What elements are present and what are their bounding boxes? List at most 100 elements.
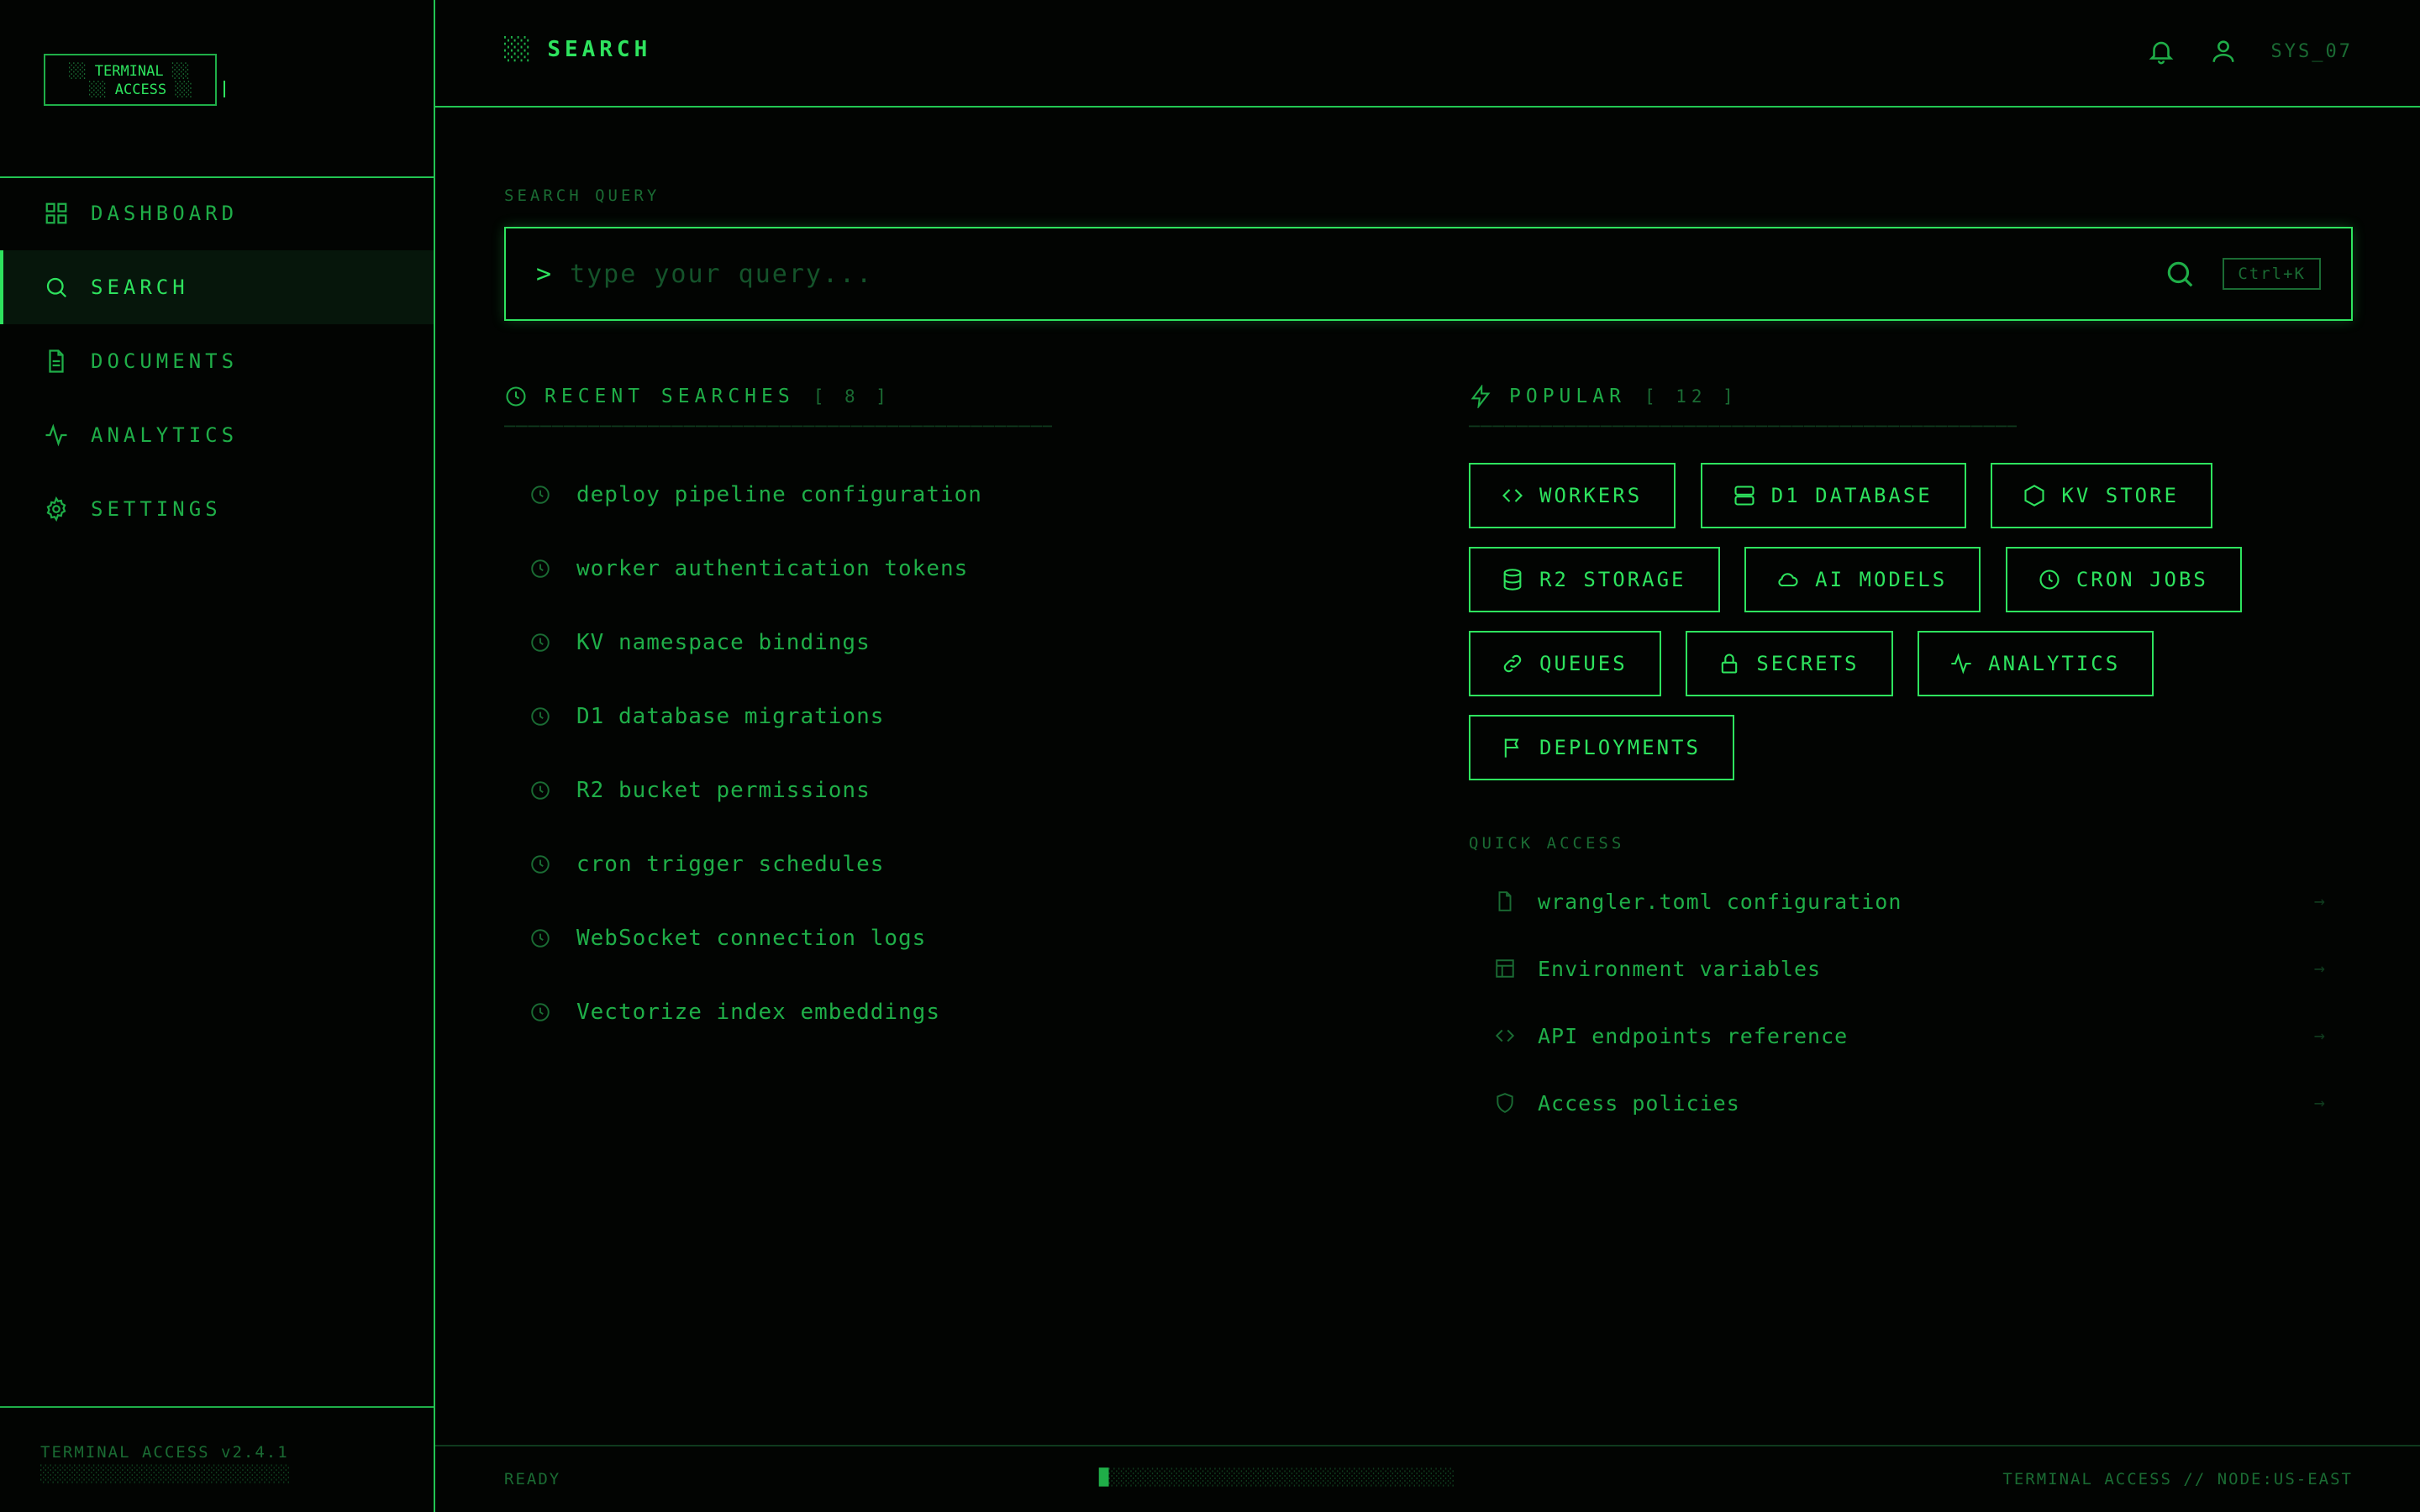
chip-workers[interactable]: WORKERS — [1469, 463, 1676, 528]
sidebar-item-label: DASHBOARD — [91, 202, 239, 225]
popular-section: POPULAR [ 12 ] ─────────────────────────… — [1469, 385, 2351, 1137]
gear-icon — [46, 496, 66, 522]
logo-line-1: TERMINAL — [94, 63, 164, 80]
chip-kv-store[interactable]: KV STORE — [1991, 463, 2212, 528]
search-box[interactable]: > Ctrl+K — [504, 227, 2353, 321]
link-icon — [1503, 654, 1522, 673]
quick-access-label: API endpoints reference — [1538, 1023, 1849, 1048]
sidebar-item-documents[interactable]: DOCUMENTS — [0, 324, 434, 398]
sidebar-footer: TERMINAL ACCESS v2.4.1 ░░░░░░░░░░░░░░░░░… — [0, 1406, 434, 1512]
prompt-symbol: > — [536, 259, 552, 289]
list-item[interactable]: R2 bucket permissions — [504, 753, 1260, 827]
quick-access-item[interactable]: API endpoints reference → — [1469, 1002, 2351, 1069]
logo[interactable]: ░░ TERMINAL ░░ ░░ ACCESS ░░ — [44, 54, 225, 106]
chip-secrets[interactable]: SECRETS — [1686, 631, 1893, 696]
clock-icon — [531, 633, 550, 652]
popular-chips: WORKERS D1 DATABASE KV STORE R2 STORAGE … — [1469, 463, 2292, 799]
main-content: SEARCH QUERY > Ctrl+K RECENT SEARCHES [ … — [435, 108, 2420, 1445]
clock-icon — [531, 486, 550, 504]
flag-icon — [1504, 738, 1519, 758]
code-icon — [1495, 1029, 1515, 1042]
clock-icon — [531, 781, 550, 800]
file-icon — [1498, 891, 1512, 911]
chip-r2-storage[interactable]: R2 STORAGE — [1469, 547, 1720, 612]
clock-icon — [531, 855, 550, 874]
clock-icon — [506, 386, 526, 407]
sidebar-item-settings[interactable]: SETTINGS — [0, 472, 434, 546]
brand-area: ░░ TERMINAL ░░ ░░ ACCESS ░░ — [0, 0, 434, 178]
arrow-right-icon: → — [2313, 1025, 2326, 1047]
recent-item-label: R2 bucket permissions — [576, 778, 871, 803]
node-info: TERMINAL ACCESS // NODE:US-EAST — [2002, 1470, 2353, 1488]
activity-icon — [1951, 653, 1971, 675]
logo-line-2: ACCESS — [114, 81, 167, 98]
page-title: ░░ SEARCH — [504, 37, 651, 62]
document-icon — [49, 349, 64, 373]
chip-label: CRON JOBS — [2075, 568, 2208, 591]
chip-label: KV STORE — [2061, 484, 2179, 507]
chip-label: QUEUES — [1539, 652, 1628, 675]
list-item[interactable]: KV namespace bindings — [504, 606, 1260, 680]
clock-icon — [531, 559, 550, 578]
arrow-right-icon: → — [2313, 958, 2326, 979]
chip-label: SECRETS — [1756, 652, 1860, 675]
database-icon — [1503, 569, 1522, 591]
list-item[interactable]: cron trigger schedules — [504, 827, 1260, 901]
bell-icon[interactable] — [2147, 37, 2175, 66]
lightning-icon — [1470, 385, 1491, 408]
sidebar-item-label: SETTINGS — [91, 497, 222, 521]
recent-searches: RECENT SEARCHES [ 8 ] ──────────────────… — [504, 385, 1260, 1049]
list-item[interactable]: worker authentication tokens — [504, 532, 1260, 606]
quick-access-item[interactable]: wrangler.toml configuration → — [1469, 868, 2351, 935]
quick-access-item[interactable]: Environment variables → — [1469, 935, 2351, 1002]
list-item[interactable]: deploy pipeline configuration — [504, 458, 1260, 532]
footer-bar-decoration: ░░░░░░░░░░░░░░░░░░░░░░░░░░ — [40, 1465, 291, 1483]
sidebar-item-search[interactable]: SEARCH — [0, 250, 434, 324]
list-item[interactable]: Vectorize index embeddings — [504, 975, 1260, 1049]
chip-ai-models[interactable]: AI MODELS — [1744, 547, 1981, 612]
recent-item-label: D1 database migrations — [576, 704, 885, 729]
chip-analytics[interactable]: ANALYTICS — [1918, 631, 2154, 696]
recent-searches-header: RECENT SEARCHES [ 8 ] — [504, 385, 1260, 408]
search-input[interactable] — [568, 258, 2165, 290]
user-id[interactable]: SYS_07 — [2271, 41, 2353, 62]
cursor-icon — [224, 81, 225, 97]
quick-access-label: wrangler.toml configuration — [1538, 889, 1902, 914]
chip-cron-jobs[interactable]: CRON JOBS — [2005, 547, 2242, 612]
sidebar-item-label: DOCUMENTS — [91, 349, 239, 373]
chip-queues[interactable]: QUEUES — [1469, 631, 1661, 696]
sidebar-item-label: ANALYTICS — [91, 423, 239, 447]
list-item[interactable]: WebSocket connection logs — [504, 901, 1260, 975]
recent-searches-title: RECENT SEARCHES — [544, 386, 795, 407]
progress-fill: █ — [1099, 1468, 1109, 1487]
clock-icon — [531, 1003, 550, 1021]
layout-icon — [1496, 959, 1514, 978]
shortcut-hint: Ctrl+K — [2223, 258, 2321, 290]
code-icon — [1502, 489, 1523, 502]
search-icon[interactable] — [2164, 258, 2196, 290]
chip-label: WORKERS — [1539, 484, 1643, 507]
clock-icon — [2039, 570, 2060, 590]
chip-deployments[interactable]: DEPLOYMENTS — [1469, 715, 1734, 780]
recent-list: deploy pipeline configuration worker aut… — [504, 458, 1260, 1049]
cloud-icon — [1778, 573, 1798, 587]
sidebar-item-label: SEARCH — [91, 276, 189, 299]
topbar-actions: SYS_07 — [2147, 37, 2353, 66]
list-item[interactable]: D1 database migrations — [504, 680, 1260, 753]
sidebar-item-analytics[interactable]: ANALYTICS — [0, 398, 434, 472]
recent-item-label: Vectorize index embeddings — [576, 1000, 940, 1025]
arrow-right-icon: → — [2313, 890, 2326, 912]
chip-label: AI MODELS — [1815, 568, 1948, 591]
sidebar-item-dashboard[interactable]: DASHBOARD — [0, 176, 434, 250]
page-title-text: SEARCH — [547, 37, 652, 62]
chip-label: DEPLOYMENTS — [1539, 736, 1701, 759]
chip-d1-database[interactable]: D1 DATABASE — [1700, 463, 1966, 528]
popular-count: [ 12 ] — [1644, 386, 1739, 407]
user-icon[interactable] — [2209, 37, 2238, 66]
chip-label: D1 DATABASE — [1770, 484, 1933, 507]
popular-header: POPULAR [ 12 ] — [1469, 385, 2351, 408]
quick-access-item[interactable]: Access policies → — [1469, 1069, 2351, 1137]
search-label: SEARCH QUERY — [504, 186, 660, 205]
quick-access-title: QUICK ACCESS — [1469, 834, 1625, 853]
progress-bar: █░░░░░░░░░░░░░░░░░░░░░░░░░░░░░░░░░░░░ — [1099, 1468, 1455, 1487]
